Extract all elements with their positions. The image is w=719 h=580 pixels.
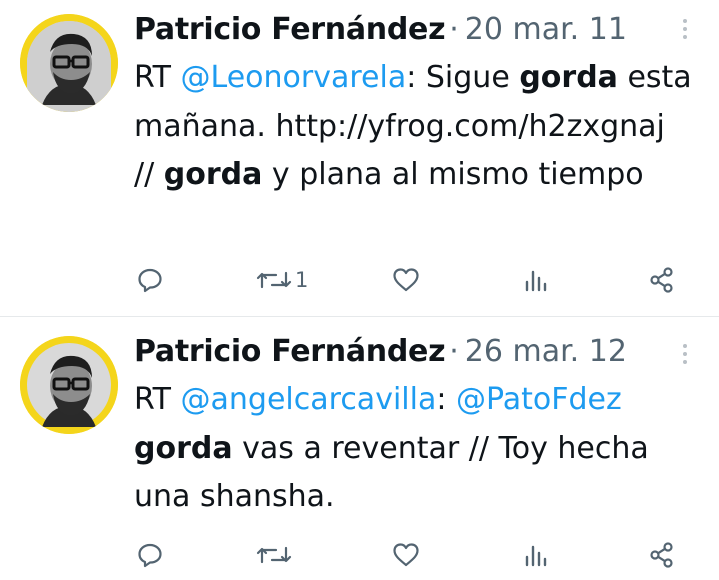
author-name[interactable]: Patricio Fernández: [134, 334, 446, 369]
mention-link[interactable]: @Leonorvarela: [181, 60, 407, 95]
tweet-date[interactable]: 20 mar. 11: [465, 12, 627, 47]
tweet[interactable]: Patricio Fernández · 26 mar. 12 RT @angelc…: [0, 317, 719, 580]
reply-button[interactable]: [136, 535, 164, 575]
tweet-text: RT @Leonorvarela: Sigue gorda esta mañan…: [134, 54, 694, 200]
like-icon: [393, 543, 419, 567]
action-bar: 1: [0, 260, 719, 300]
reply-icon: [138, 268, 162, 293]
share-icon: [650, 542, 673, 568]
highlighted-term: gorda: [134, 430, 233, 466]
reply-icon: [138, 543, 162, 568]
tweet[interactable]: Patricio Fernández · 20 mar. 11 RT @Leonor…: [0, 0, 719, 316]
more-icon[interactable]: [677, 16, 693, 42]
views-button[interactable]: [523, 535, 549, 575]
retweet-icon: [256, 546, 292, 564]
share-icon: [650, 267, 673, 293]
rt-prefix: RT: [134, 382, 181, 417]
tweet-header: Patricio Fernández · 26 mar. 12: [134, 332, 694, 372]
views-icon: [525, 270, 547, 292]
avatar[interactable]: [20, 336, 118, 434]
tweet-text: RT @angelcarcavilla: @PatoFdez gorda vas…: [134, 376, 694, 522]
highlighted-term: gorda: [163, 157, 263, 192]
mention-link[interactable]: @angelcarcavilla: [181, 382, 437, 417]
retweet-button[interactable]: 1: [256, 260, 308, 300]
tweet-date[interactable]: 26 mar. 12: [465, 334, 627, 369]
author-name[interactable]: Patricio Fernández: [134, 12, 446, 47]
text-segment: :: [436, 382, 456, 417]
text-segment: y plana al mismo tiempo: [262, 157, 644, 192]
retweet-count: 1: [295, 268, 309, 292]
header-separator: ·: [449, 12, 459, 47]
more-icon[interactable]: [677, 341, 693, 367]
action-bar: [0, 535, 719, 575]
mention-link[interactable]: @PatoFdez: [456, 382, 622, 417]
share-button[interactable]: [648, 260, 676, 300]
rt-prefix: RT: [134, 60, 181, 95]
views-icon: [525, 545, 547, 567]
like-button[interactable]: [391, 260, 421, 300]
header-separator: ·: [449, 334, 459, 369]
retweet-button[interactable]: [256, 535, 295, 575]
tweet-header: Patricio Fernández · 20 mar. 11: [134, 10, 694, 50]
text-segment: : Sigue: [406, 60, 520, 95]
views-button[interactable]: [523, 260, 549, 300]
like-button[interactable]: [391, 535, 421, 575]
reply-button[interactable]: [136, 260, 164, 300]
retweet-icon: [256, 271, 292, 289]
highlighted-term: gorda: [519, 60, 618, 95]
like-icon: [393, 268, 419, 292]
share-button[interactable]: [648, 535, 676, 575]
avatar[interactable]: [20, 14, 118, 112]
